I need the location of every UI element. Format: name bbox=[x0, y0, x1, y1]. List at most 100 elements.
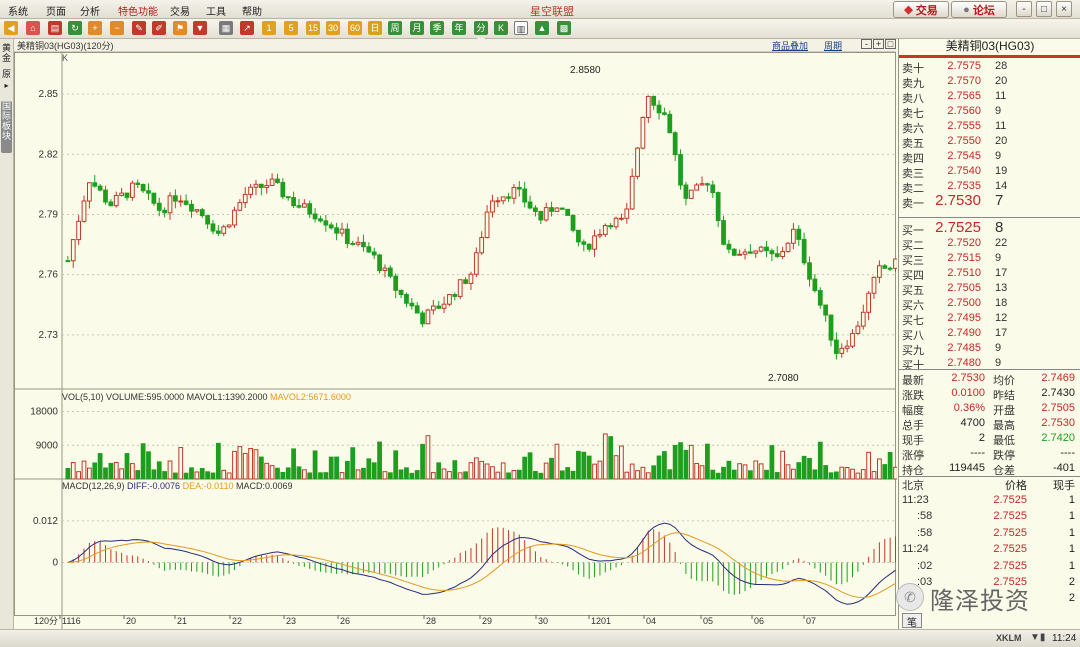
candle-body bbox=[769, 250, 775, 255]
period-day-button[interactable]: 日 bbox=[368, 21, 382, 35]
flag-icon[interactable]: ⚑ bbox=[173, 21, 187, 35]
volume-bar bbox=[667, 469, 673, 480]
menu-help[interactable]: 帮助 bbox=[242, 3, 262, 18]
close-button[interactable]: × bbox=[1056, 1, 1072, 17]
brand-label: XKLM bbox=[996, 633, 1022, 643]
menu-tools[interactable]: 工具 bbox=[206, 3, 226, 18]
ask-row[interactable]: 卖十 2.7575 28 bbox=[899, 60, 1080, 75]
chart-icon[interactable]: ↗ bbox=[240, 21, 254, 35]
period-60min-button[interactable]: 60 bbox=[348, 21, 362, 35]
bid-row[interactable]: 买七 2.7495 12 bbox=[899, 312, 1080, 327]
stat-label: 总手 bbox=[902, 420, 924, 432]
candle-body bbox=[667, 113, 673, 134]
grid-icon[interactable]: ▩ bbox=[557, 21, 571, 35]
candle-body bbox=[334, 227, 339, 234]
candle-body bbox=[844, 345, 850, 349]
period-year-button[interactable]: 年 bbox=[452, 21, 466, 35]
bid-row[interactable]: 买八 2.7490 17 bbox=[899, 327, 1080, 342]
minimize-button[interactable]: - bbox=[1016, 1, 1032, 17]
volume-bar bbox=[538, 472, 544, 480]
candle-body bbox=[124, 192, 130, 198]
tab-gold[interactable]: 黄金 bbox=[1, 43, 12, 63]
ask-row[interactable]: 卖五 2.7550 20 bbox=[899, 135, 1080, 150]
table-icon[interactable]: ▦ bbox=[219, 21, 233, 35]
tick-button[interactable]: 分笔 bbox=[474, 21, 488, 47]
ask-row[interactable]: 卖四 2.7545 9 bbox=[899, 150, 1080, 165]
period-1min-button[interactable]: 1 bbox=[262, 21, 276, 35]
period-30min-button[interactable]: 30 bbox=[326, 21, 340, 35]
candle-body bbox=[511, 186, 517, 199]
filter-icon[interactable]: ▼ bbox=[193, 21, 207, 35]
candle-body bbox=[108, 201, 114, 207]
ask-row[interactable]: 卖七 2.7560 9 bbox=[899, 105, 1080, 120]
tick-volume: 1 bbox=[1068, 510, 1075, 523]
candle-body bbox=[855, 325, 861, 334]
candle-body bbox=[780, 251, 786, 257]
tick-volume: 1 bbox=[1068, 543, 1075, 556]
expand-panel-icon[interactable]: + bbox=[873, 39, 884, 49]
tick-volume: 2 bbox=[1068, 576, 1075, 588]
back-icon[interactable]: ◀ bbox=[4, 21, 18, 35]
zoom-out-icon[interactable]: − bbox=[110, 21, 124, 35]
bid-row[interactable]: 买六 2.7500 18 bbox=[899, 297, 1080, 312]
bid-row[interactable]: 买一 2.7525 8 bbox=[899, 219, 1080, 237]
period-5min-button[interactable]: 5 bbox=[284, 21, 298, 35]
menu-special[interactable]: 特色功能 bbox=[118, 3, 158, 18]
candle-body bbox=[393, 275, 399, 291]
period-quarter-button[interactable]: 季 bbox=[430, 21, 444, 35]
quote-icon[interactable]: ▤ bbox=[48, 21, 62, 35]
ask-row[interactable]: 卖二 2.7535 14 bbox=[899, 180, 1080, 195]
volume-bar bbox=[559, 470, 565, 480]
home-icon[interactable]: ⌂ bbox=[26, 21, 40, 35]
menu-analysis[interactable]: 分析 bbox=[80, 3, 100, 18]
bid-row[interactable]: 买三 2.7515 9 bbox=[899, 252, 1080, 267]
candle-body bbox=[812, 278, 818, 292]
volume-bar bbox=[629, 463, 635, 480]
menu-system[interactable]: 系统 bbox=[8, 3, 28, 18]
candle-body bbox=[710, 184, 716, 194]
expand-icon[interactable]: ▸ bbox=[1, 81, 12, 91]
refresh-icon[interactable]: ↻ bbox=[68, 21, 82, 35]
candlestick-chart[interactable]: 2.85 2.82 2.79 2.76 2.73 18000 9000 0.012 0 1116 2… bbox=[14, 52, 897, 629]
candle-body bbox=[484, 211, 490, 239]
x-axis-label: 22 bbox=[232, 616, 242, 626]
ask-row[interactable]: 卖六 2.7555 11 bbox=[899, 120, 1080, 135]
ask-row[interactable]: 卖九 2.7570 20 bbox=[899, 75, 1080, 90]
ask-row[interactable]: 卖三 2.7540 19 bbox=[899, 165, 1080, 180]
zoom-in-icon[interactable]: + bbox=[88, 21, 102, 35]
pen-icon[interactable]: ✎ bbox=[132, 21, 146, 35]
volume-bar bbox=[602, 433, 608, 480]
ask-row[interactable]: 卖一 2.7530 7 bbox=[899, 192, 1080, 210]
candle-body bbox=[425, 309, 431, 325]
k-button[interactable]: K bbox=[494, 21, 508, 35]
period-120min-button[interactable]: ▥ bbox=[514, 21, 528, 35]
ask-row[interactable]: 卖八 2.7565 11 bbox=[899, 90, 1080, 105]
menu-trade[interactable]: 交易 bbox=[170, 3, 190, 18]
period-month-button[interactable]: 月 bbox=[410, 21, 424, 35]
x-axis-label: 04 bbox=[646, 616, 656, 626]
indicator-icon[interactable]: ▲ bbox=[535, 21, 549, 35]
menu-page[interactable]: 页面 bbox=[46, 3, 66, 18]
bid-row[interactable]: 买二 2.7520 22 bbox=[899, 237, 1080, 252]
candle-body bbox=[543, 207, 549, 221]
period-link[interactable]: 周期 bbox=[824, 39, 842, 52]
fullscreen-icon[interactable]: □ bbox=[885, 39, 896, 49]
forum-button[interactable]: ● 论坛 bbox=[951, 1, 1007, 18]
period-week-button[interactable]: 周 bbox=[388, 21, 402, 35]
bid-row[interactable]: 买四 2.7510 17 bbox=[899, 267, 1080, 282]
draw-icon[interactable]: ✐ bbox=[152, 21, 166, 35]
shrink-icon[interactable]: - bbox=[861, 39, 872, 49]
volume-bar bbox=[183, 472, 189, 480]
tab-intl-board[interactable]: 国际板块 bbox=[1, 101, 12, 153]
maximize-button[interactable]: □ bbox=[1036, 1, 1052, 17]
period-15min-button[interactable]: 15 bbox=[306, 21, 320, 35]
commodity-overlay-link[interactable]: 商品叠加 bbox=[772, 39, 808, 52]
volume-bar bbox=[113, 461, 119, 480]
tab-ticks[interactable]: 笔 bbox=[902, 613, 922, 629]
volume-bar bbox=[86, 467, 92, 480]
trade-button[interactable]: ◆ 交易 bbox=[893, 1, 949, 18]
bid-row[interactable]: 买五 2.7505 13 bbox=[899, 282, 1080, 297]
tick-time: 11:24 bbox=[902, 543, 929, 556]
tab-origin[interactable]: 原 bbox=[1, 69, 12, 79]
bid-row[interactable]: 买九 2.7485 9 bbox=[899, 342, 1080, 357]
